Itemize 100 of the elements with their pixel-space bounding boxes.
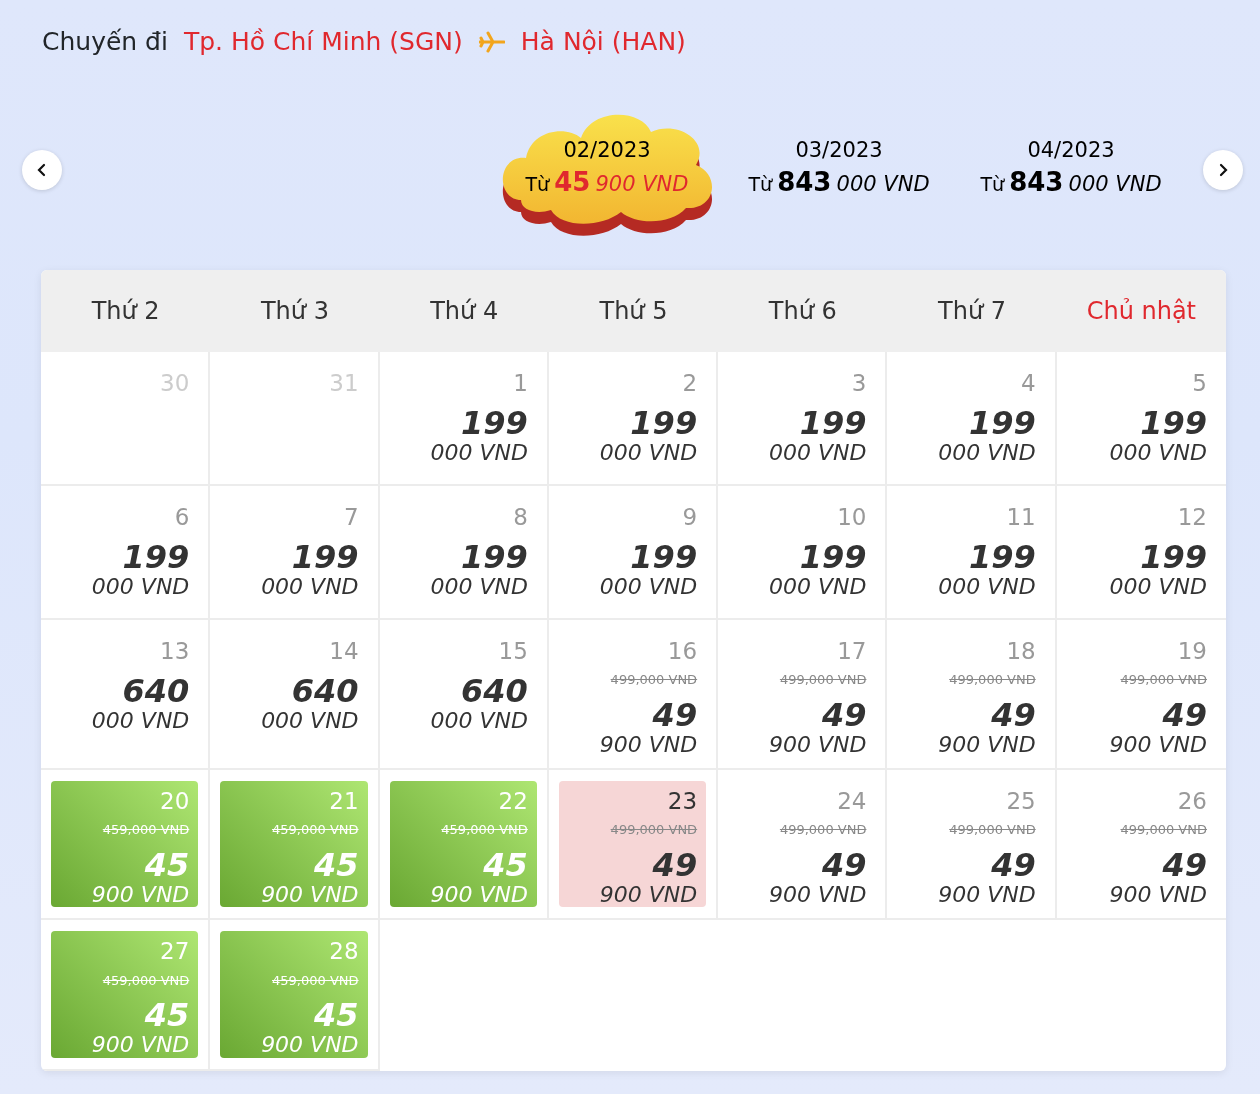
day-cell[interactable]: 25 499,000 VND 49 900 VND <box>887 770 1057 921</box>
price-unit: 000 VND <box>261 575 359 600</box>
day-cell[interactable]: 3 199 000 VND <box>718 352 888 486</box>
old-price: 499,000 VND <box>779 821 867 840</box>
day-number: 8 <box>513 505 528 531</box>
weekday-header: Thứ 3 <box>259 296 330 327</box>
day-number: 16 <box>667 639 698 665</box>
price-unit: 900 VND <box>91 1033 190 1058</box>
price-unit: 900 VND <box>261 883 359 908</box>
price-amount: 49 <box>821 847 867 884</box>
price-amount: 199 <box>799 406 867 442</box>
day-cell[interactable]: 10 199 000 VND <box>718 486 888 620</box>
old-price: 459,000 VND <box>102 821 190 840</box>
price-amount: 45 <box>144 998 190 1034</box>
day-cell[interactable]: 26 499,000 VND 49 900 VND <box>1056 770 1226 921</box>
day-cell[interactable]: 16 499,000 VND 49 900 VND <box>548 620 719 771</box>
price-amount: 199 <box>291 540 359 576</box>
day-number: 28 <box>329 939 359 965</box>
price-amount: 49 <box>1162 847 1207 884</box>
day-cell[interactable]: 18 499,000 VND 49 900 VND <box>887 620 1057 771</box>
price-amount: 49 <box>1162 697 1207 733</box>
previous-button[interactable] <box>22 150 62 190</box>
month-label: 04/2023 <box>1026 137 1116 164</box>
month-tab[interactable]: 03/2023 Từ 843 000 VND <box>723 100 955 240</box>
day-number: 27 <box>160 939 190 965</box>
month-tab[interactable]: 04/2023 Từ 843 000 VND <box>955 100 1187 240</box>
weekday-header: Thứ 6 <box>767 296 838 327</box>
price-amount: 843 <box>1009 167 1064 198</box>
price-amount: 49 <box>652 697 698 733</box>
day-cell[interactable]: 15 640 000 VND <box>379 620 549 771</box>
day-number: 3 <box>851 371 867 397</box>
day-cell[interactable]: 5 199 000 VND <box>1056 352 1226 486</box>
price-unit: 000 VND <box>769 441 867 466</box>
day-cell[interactable]: 23 499,000 VND 49 900 VND <box>558 781 707 908</box>
price-amount: 640 <box>122 674 190 710</box>
price-unit: 000 VND <box>599 575 698 600</box>
price-unit: 900 VND <box>261 1033 359 1058</box>
old-price: 459,000 VND <box>272 821 359 840</box>
price-unit: 000 VND <box>938 575 1036 600</box>
day-cell[interactable]: 1 199 000 VND <box>379 352 549 486</box>
day-number: 14 <box>329 639 359 665</box>
day-cell[interactable]: 7 199 000 VND <box>210 486 380 620</box>
price-amount: 640 <box>461 674 528 710</box>
price-amount: 199 <box>630 540 698 576</box>
price-unit: 900 VND <box>430 883 528 908</box>
weekday-header: Thứ 5 <box>598 296 669 327</box>
day-cell[interactable]: 2 199 000 VND <box>548 352 719 486</box>
month-label: 03/2023 <box>794 137 884 164</box>
price-amount: 199 <box>461 540 528 576</box>
price-amount: 45 <box>144 847 190 884</box>
day-number: 17 <box>837 639 867 665</box>
day-cell[interactable]: 17 499,000 VND 49 900 VND <box>718 620 888 771</box>
price-unit: 000 VND <box>91 575 190 600</box>
day-number: 18 <box>1006 639 1036 665</box>
day-number: 1 <box>513 371 528 397</box>
old-price: 499,000 VND <box>610 671 698 690</box>
old-price: 499,000 VND <box>610 821 698 840</box>
price-amount: 199 <box>968 540 1036 576</box>
price-amount: 49 <box>652 847 698 884</box>
day-cell[interactable]: 12 199 000 VND <box>1056 486 1226 620</box>
day-cell[interactable]: 4 199 000 VND <box>887 352 1057 486</box>
price-unit: 900 VND <box>599 733 698 758</box>
price-amount: 640 <box>291 674 359 710</box>
day-number: 20 <box>160 789 190 815</box>
price-unit: 000 VND <box>769 575 867 600</box>
price-amount: 199 <box>799 540 867 576</box>
day-cell[interactable]: 9 199 000 VND <box>548 486 719 620</box>
price-amount: 199 <box>1140 540 1207 576</box>
day-cell[interactable]: 13 640 000 VND <box>41 620 211 771</box>
price-amount: 199 <box>461 406 528 442</box>
old-price: 499,000 VND <box>1120 671 1207 690</box>
price-unit: 000 VND <box>1068 172 1162 197</box>
day-number: 4 <box>1021 371 1036 397</box>
day-number: 19 <box>1177 639 1207 665</box>
day-cell[interactable]: 11 199 000 VND <box>887 486 1057 620</box>
from-label: Từ <box>980 173 1005 196</box>
day-number: 2 <box>682 371 698 397</box>
day-number: 11 <box>1006 505 1036 531</box>
next-button[interactable] <box>1203 150 1243 190</box>
price-amount: 49 <box>991 697 1036 733</box>
price-unit: 000 VND <box>836 172 930 197</box>
day-number: 10 <box>837 505 867 531</box>
price-amount: 45 <box>483 847 528 884</box>
price-amount: 45 <box>554 167 591 198</box>
old-price: 459,000 VND <box>102 971 190 990</box>
origin-city: Tp. Hồ Chí Minh (SGN) <box>183 26 463 59</box>
day-cell[interactable]: 19 499,000 VND 49 900 VND <box>1056 620 1226 771</box>
day-cell[interactable]: 24 499,000 VND 49 900 VND <box>718 770 888 921</box>
old-price: 459,000 VND <box>441 821 528 840</box>
day-number: 23 <box>667 789 698 815</box>
day-cell[interactable]: 8 199 000 VND <box>379 486 549 620</box>
price-amount: 49 <box>821 697 867 733</box>
price-amount: 199 <box>630 406 698 442</box>
day-number: 5 <box>1192 371 1207 397</box>
price-unit: 900 VND <box>769 733 867 758</box>
weekday-header: Thứ 4 <box>429 296 500 327</box>
price-amount: 45 <box>314 998 359 1034</box>
day-number: 12 <box>1177 505 1207 531</box>
day-cell[interactable]: 6 199 000 VND <box>41 486 211 620</box>
day-cell[interactable]: 14 640 000 VND <box>210 620 380 771</box>
